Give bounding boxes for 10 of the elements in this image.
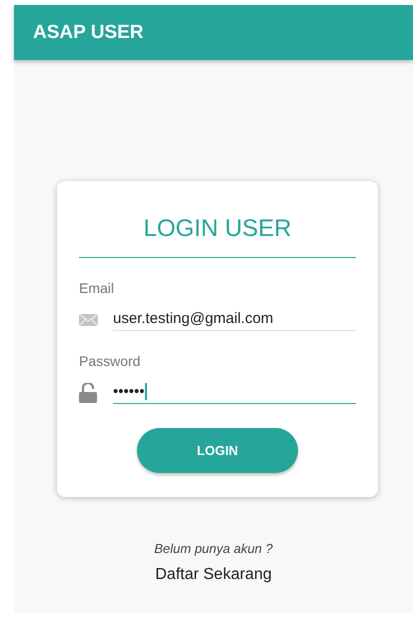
- password-field[interactable]: ••••••: [113, 381, 356, 404]
- signup-link[interactable]: Daftar Sekarang: [155, 566, 272, 584]
- app-title: ASAP USER: [33, 22, 144, 44]
- envelope-icon: [79, 314, 98, 326]
- email-field[interactable]: user.testing@gmail.com: [113, 308, 356, 331]
- field-label: Email: [79, 280, 114, 296]
- card-title: LOGIN USER: [143, 215, 292, 243]
- signup-prompt: Belum punya akun ?: [154, 541, 273, 556]
- padlock-icon: [79, 382, 97, 402]
- field-label: Password: [79, 353, 140, 369]
